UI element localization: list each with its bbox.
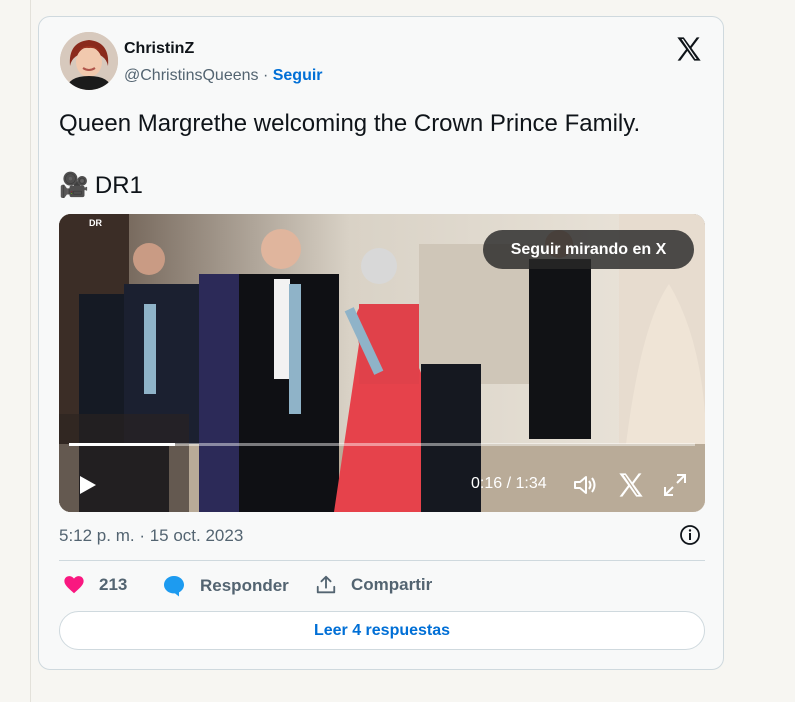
tweet-timestamp[interactable]: 5:12 p. m. · 15 oct. 2023: [59, 526, 243, 546]
divider: [59, 560, 705, 561]
share-button[interactable]: Compartir: [315, 574, 432, 596]
like-count: 213: [99, 575, 128, 594]
avatar[interactable]: [60, 32, 118, 90]
x-logo-icon[interactable]: [675, 35, 703, 63]
read-replies-button[interactable]: Leer 4 respuestas: [59, 611, 705, 650]
video-time: 0:16 / 1:34: [471, 475, 547, 492]
author-handle-row: @ChristinsQueens · Seguir: [124, 67, 323, 85]
share-icon: [316, 575, 336, 594]
progress-fill: [69, 443, 176, 446]
volume-icon[interactable]: [571, 471, 599, 499]
fullscreen-icon[interactable]: [661, 471, 689, 499]
video-player[interactable]: DR Seguir mirando en X 0:16 / 1:34: [59, 214, 705, 512]
reply-bubble-icon: [164, 576, 184, 597]
x-icon[interactable]: [617, 471, 645, 499]
tweet-text: Queen Margrethe welcoming the Crown Prin…: [59, 110, 641, 137]
reply-button[interactable]: Responder: [162, 574, 289, 598]
share-label: Compartir: [351, 575, 433, 594]
tweet-source: DR1: [94, 172, 143, 199]
author-handle[interactable]: @ChristinsQueens: [124, 67, 259, 84]
camera-icon: 🎥: [59, 172, 89, 199]
watch-on-x-button[interactable]: Seguir mirando en X: [483, 230, 694, 269]
follow-button[interactable]: Seguir: [273, 67, 323, 84]
play-icon[interactable]: [75, 473, 99, 497]
author-name[interactable]: ChristinZ: [124, 40, 194, 58]
channel-watermark: DR: [89, 218, 102, 228]
info-icon[interactable]: [679, 524, 701, 546]
page-left-border: [30, 0, 31, 702]
heart-icon: [64, 576, 84, 594]
progress-bar[interactable]: [69, 443, 695, 446]
reply-label: Responder: [200, 576, 289, 595]
like-button[interactable]: 213: [63, 574, 127, 596]
tweet-card[interactable]: ChristinZ @ChristinsQueens · Seguir Quee…: [38, 16, 724, 670]
tweet-source-line: 🎥 DR1: [59, 171, 143, 200]
handle-separator: ·: [258, 67, 273, 84]
